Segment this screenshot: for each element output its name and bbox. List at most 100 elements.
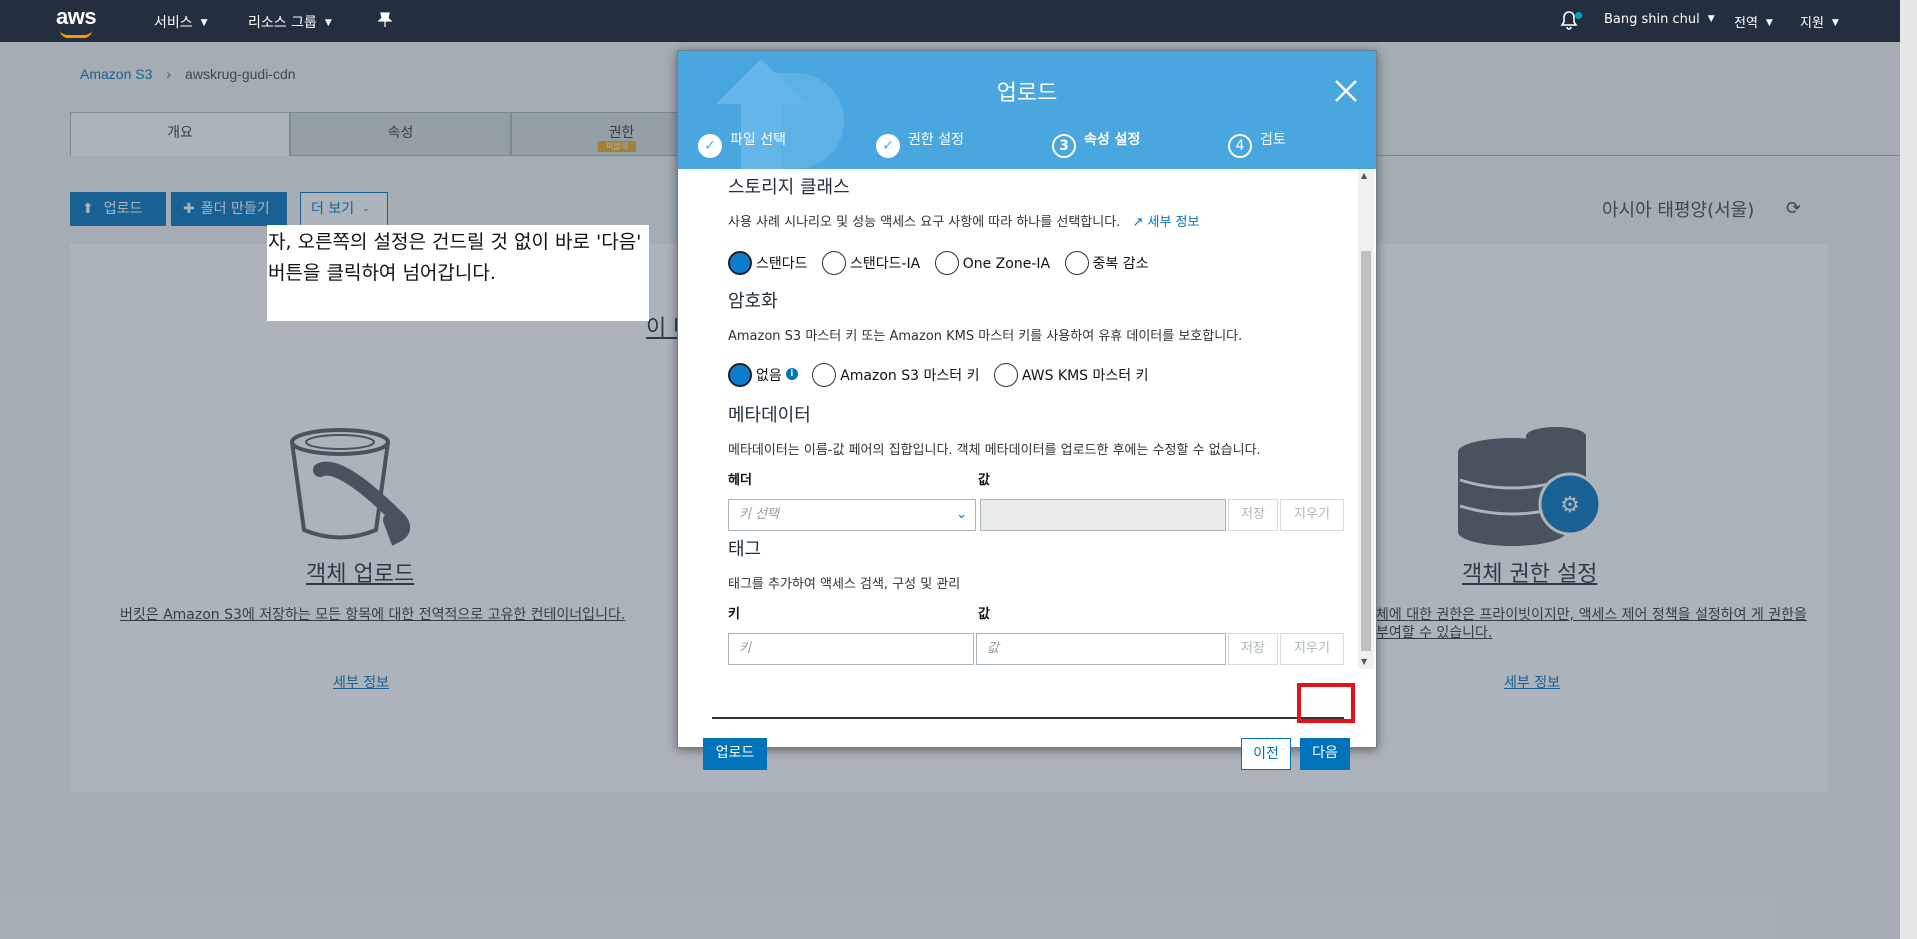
metadata-value-input[interactable] [980, 499, 1226, 531]
encryption-radios: 없음 i Amazon S3 마스터 키 AWS KMS 마스터 키 [728, 363, 1158, 387]
step-number: 3 [1052, 134, 1076, 158]
tutorial-caption: 자, 오른쪽의 설정은 건드릴 것 없이 바로 '다음' 버튼을 클릭하여 넘어… [267, 225, 649, 321]
metadata-key-placeholder: 키 선택 [739, 507, 780, 522]
next-button-highlight [1297, 683, 1355, 723]
previous-button[interactable]: 이전 [1241, 738, 1291, 770]
check-icon: ✓ [876, 134, 900, 158]
chevron-down-icon: ▼ [1831, 18, 1839, 28]
chevron-down-icon: ▼ [324, 18, 332, 28]
storage-option-label: 스탠다드 [756, 256, 808, 272]
next-button[interactable]: 다음 [1300, 738, 1350, 770]
support-label: 지원 [1800, 16, 1824, 31]
upload-modal: 업로드 ✓ 파일 선택 ✓ 권한 설정 3 속성 설정 4 검토 스토리지 클래스 사용… [677, 50, 1377, 770]
resource-groups-menu[interactable]: 리소스 그룹 ▼ [248, 12, 332, 32]
metadata-save-button[interactable]: 저장 [1228, 499, 1278, 531]
storage-class-desc-text: 사용 사례 시나리오 및 성능 액세스 요구 사항에 따라 하나를 선택합니다. [728, 215, 1121, 230]
tag-key-label: 키 [728, 607, 740, 622]
encryption-option-label: Amazon S3 마스터 키 [840, 368, 980, 384]
radio[interactable] [934, 251, 959, 275]
top-nav: aws 서비스 ▼ 리소스 그룹 ▼ Bang shin chul ▼ 전역 ▼ 지원 ▼ [0, 0, 1900, 42]
storage-option-label: 중복 감소 [1092, 256, 1149, 272]
modal-body[interactable]: 스토리지 클래스 사용 사례 시나리오 및 성능 액세스 요구 사항에 따라 하… [678, 169, 1376, 719]
encryption-title: 암호화 [728, 291, 778, 312]
radio[interactable] [812, 363, 837, 387]
radio[interactable] [993, 363, 1018, 387]
tag-value-input[interactable]: 값 [976, 633, 1226, 665]
radio-selected[interactable] [728, 251, 752, 275]
aws-logo[interactable]: aws [56, 4, 102, 38]
step-set-properties[interactable]: 3 속성 설정 [1052, 129, 1140, 158]
region-menu[interactable]: 전역 ▼ [1734, 12, 1773, 31]
chevron-down-icon: ▼ [1707, 14, 1715, 24]
footer-upload-button[interactable]: 업로드 [703, 738, 767, 770]
tag-key-input[interactable]: 키 [728, 633, 974, 665]
metadata-value-label: 값 [978, 473, 990, 488]
storage-option-label: One Zone-IA [962, 256, 1051, 272]
tags-desc: 태그를 추가하여 액세스 검색, 구성 및 관리 [728, 577, 961, 592]
step-label: 권한 설정 [908, 132, 964, 148]
info-icon[interactable]: i [785, 368, 798, 380]
scroll-up-icon[interactable]: ▲ [1361, 171, 1367, 180]
more-info-label: 세부 정보 [1147, 215, 1200, 230]
encryption-option-label: 없음 [756, 368, 782, 384]
tag-save-button[interactable]: 저장 [1228, 633, 1278, 665]
encryption-option-s3-key[interactable]: Amazon S3 마스터 키 [812, 363, 979, 387]
radio[interactable] [1064, 251, 1089, 275]
user-menu[interactable]: Bang shin chul ▼ [1604, 12, 1715, 27]
storage-option-one-zone-ia[interactable]: One Zone-IA [934, 251, 1051, 275]
encryption-desc: Amazon S3 마스터 키 또는 Amazon KMS 마스터 키를 사용하… [728, 329, 1243, 344]
storage-class-title: 스토리지 클래스 [728, 177, 850, 198]
tags-title: 태그 [728, 539, 762, 560]
storage-option-label: 스탠다드-IA [849, 256, 921, 272]
encryption-option-none[interactable]: 없음 i [728, 363, 798, 387]
storage-class-desc: 사용 사례 시나리오 및 성능 액세스 요구 사항에 따라 하나를 선택합니다.… [728, 211, 1199, 230]
metadata-title: 메타데이터 [728, 405, 811, 426]
step-label: 파일 선택 [730, 132, 786, 148]
services-label: 서비스 [154, 15, 193, 31]
scroll-down-icon[interactable]: ▼ [1361, 657, 1367, 666]
aws-logo-text: aws [56, 4, 97, 29]
user-name: Bang shin chul [1604, 12, 1700, 27]
external-link-icon: ↗ [1132, 215, 1144, 230]
step-label: 검토 [1260, 132, 1286, 148]
encryption-option-kms-key[interactable]: AWS KMS 마스터 키 [993, 363, 1149, 387]
close-icon[interactable] [1332, 77, 1360, 105]
step-review[interactable]: 4 검토 [1228, 129, 1286, 158]
support-menu[interactable]: 지원 ▼ [1800, 12, 1839, 31]
chevron-down-icon: ▼ [200, 18, 208, 28]
modal-footer: 업로드 이전 다음 [678, 719, 1376, 770]
check-icon: ✓ [698, 134, 722, 158]
radio-selected[interactable] [728, 363, 752, 387]
modal-title: 업로드 [996, 81, 1058, 106]
modal-scrollbar[interactable]: ▲ ▼ [1358, 169, 1374, 669]
storage-class-radios: 스탠다드 스탠다드-IA One Zone-IA 중복 감소 [728, 251, 1159, 275]
storage-more-info-link[interactable]: ↗ 세부 정보 [1132, 215, 1199, 230]
tag-clear-button[interactable]: 지우기 [1280, 633, 1344, 665]
modal-header: 업로드 ✓ 파일 선택 ✓ 권한 설정 3 속성 설정 4 검토 [678, 51, 1376, 169]
page-scrollbar[interactable] [1900, 0, 1917, 939]
step-number: 4 [1228, 134, 1252, 158]
encryption-option-label: AWS KMS 마스터 키 [1021, 368, 1149, 384]
step-select-files[interactable]: ✓ 파일 선택 [698, 129, 786, 158]
aws-smile-icon [60, 30, 92, 38]
services-menu[interactable]: 서비스 ▼ [154, 12, 208, 32]
chevron-down-icon: ▼ [1765, 18, 1773, 28]
bell-icon[interactable] [1560, 10, 1582, 30]
scroll-thumb[interactable] [1361, 251, 1371, 651]
pin-icon[interactable] [377, 12, 393, 32]
resource-groups-label: 리소스 그룹 [248, 15, 317, 31]
metadata-desc: 메타데이터는 이름-값 페어의 집합입니다. 객체 메타데이터를 업로드한 후에… [728, 443, 1261, 458]
step-label: 속성 설정 [1084, 132, 1141, 148]
storage-option-reduced-redundancy[interactable]: 중복 감소 [1064, 251, 1149, 275]
metadata-key-select[interactable]: 키 선택 ⌄ [728, 499, 976, 531]
step-set-permissions[interactable]: ✓ 권한 설정 [876, 129, 964, 158]
tag-value-label: 값 [978, 607, 990, 622]
metadata-clear-button[interactable]: 지우기 [1280, 499, 1344, 531]
storage-option-standard[interactable]: 스탠다드 [728, 251, 808, 275]
metadata-header-label: 헤더 [728, 473, 752, 488]
radio[interactable] [821, 251, 846, 275]
region-menu-label: 전역 [1734, 16, 1758, 31]
chevron-down-icon: ⌄ [956, 507, 967, 522]
notification-dot [1575, 12, 1582, 19]
storage-option-standard-ia[interactable]: 스탠다드-IA [821, 251, 921, 275]
